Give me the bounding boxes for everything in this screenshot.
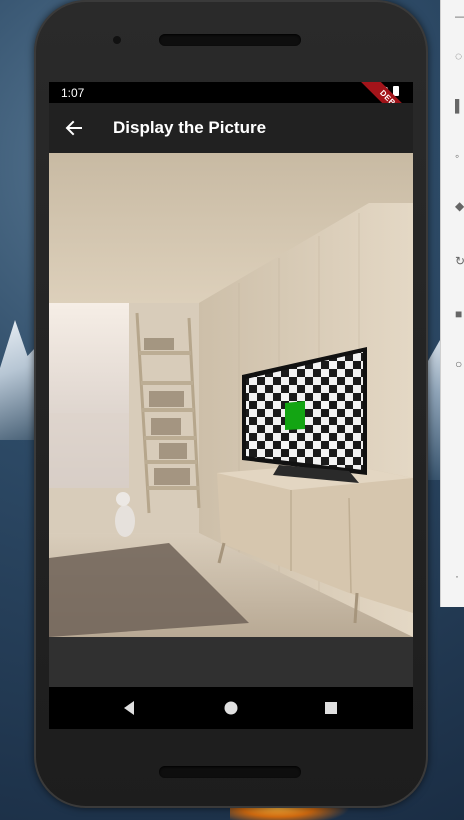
nav-back-icon[interactable]: [121, 699, 139, 717]
nav-home-icon[interactable]: [222, 699, 240, 717]
app-bar: Display the Picture: [49, 103, 413, 153]
front-camera: [113, 36, 121, 44]
bottom-speaker: [159, 766, 301, 778]
volume-up-icon[interactable]: ▌: [455, 100, 464, 112]
content-background: [49, 637, 413, 687]
room-image: [49, 153, 413, 637]
top-speaker: [159, 34, 301, 46]
arrow-back-icon[interactable]: [63, 117, 85, 139]
zoom-icon[interactable]: ○: [455, 358, 464, 370]
emulator-side-toolbar: — ◌ ▌ ◦ ◆ ↻ ■ ○ ·: [440, 0, 464, 607]
status-time: 1:07: [61, 86, 85, 100]
nav-recents-icon[interactable]: [322, 699, 340, 717]
minimize-icon[interactable]: —: [455, 10, 464, 22]
phone-screen: 1:07 DEBUG Display the Picture: [49, 82, 413, 729]
screenshot-icon[interactable]: ■: [455, 308, 464, 320]
rotate-right-icon[interactable]: ↻: [455, 255, 464, 267]
rotate-left-icon[interactable]: ◆: [455, 200, 464, 212]
status-bar: 1:07 DEBUG: [49, 82, 413, 140]
page-title: Display the Picture: [113, 118, 267, 137]
system-navigation-bar: [49, 687, 413, 729]
volume-down-icon[interactable]: ◦: [455, 150, 464, 162]
more-icon[interactable]: ·: [455, 570, 464, 582]
power-icon[interactable]: ◌: [455, 50, 464, 62]
